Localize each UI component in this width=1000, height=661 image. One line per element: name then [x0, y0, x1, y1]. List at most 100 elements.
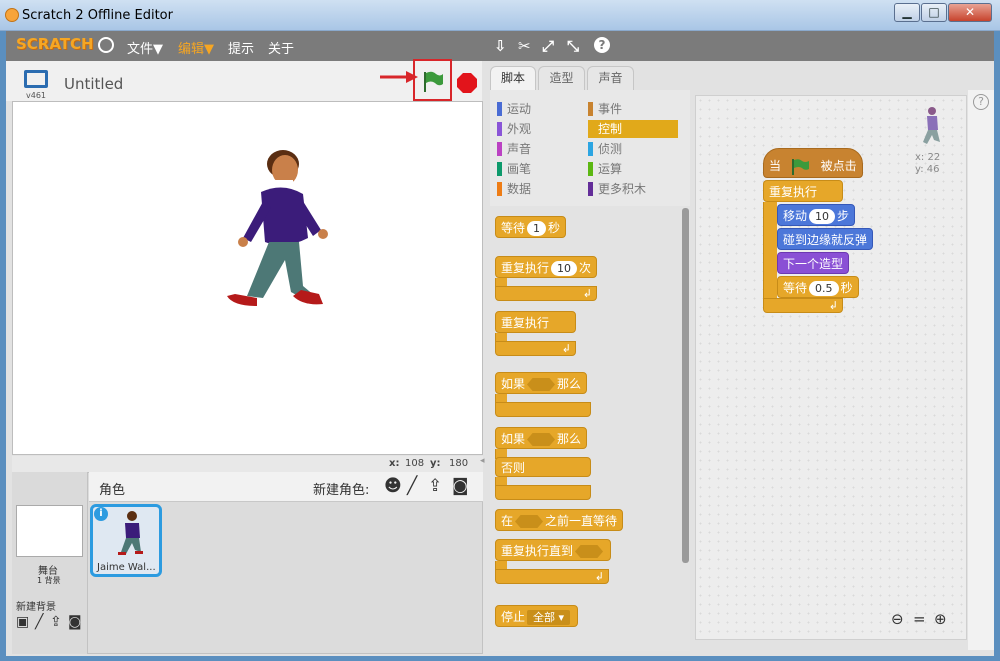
collapse-arrow-icon[interactable]: ◂ — [480, 456, 485, 466]
upload-sprite-icon[interactable]: ⇪ — [428, 476, 442, 496]
paint-backdrop-icon[interactable]: ▣ — [16, 614, 29, 630]
grow-tool-icon[interactable]: ⤢ — [542, 37, 554, 55]
help-column: ? — [968, 90, 994, 650]
sprite-thumbnail-image — [118, 511, 143, 555]
sprite-character-image[interactable] — [213, 146, 328, 318]
language-globe-icon[interactable] — [98, 37, 114, 53]
move-value[interactable]: 10 — [809, 209, 836, 224]
app-icon — [5, 8, 19, 22]
shrink-tool-icon[interactable]: ⤡ — [567, 37, 579, 55]
condition-slot[interactable] — [527, 378, 556, 391]
project-title[interactable]: Untitled — [64, 75, 123, 93]
close-button[interactable]: ✕ — [948, 3, 992, 22]
minimize-button[interactable]: ▁ — [894, 3, 920, 22]
category-color-bar — [588, 182, 593, 196]
category-label: 数据 — [507, 182, 532, 196]
palette-scrollbar[interactable] — [682, 208, 689, 563]
script-area[interactable]: x: 22 y: 46 当 被点击 重复执行 移动 10 步 碰到边缘就反弹 下一个… — [695, 95, 967, 640]
category-3[interactable]: 画笔 — [497, 160, 587, 178]
stage-thumbnail[interactable] — [16, 505, 83, 557]
sprite-x: x: 22 — [915, 152, 941, 163]
scratch-logo[interactable]: SCRATCH — [16, 35, 94, 53]
menu-file[interactable]: 文件▼ — [127, 38, 163, 57]
mouse-y-label: y: — [430, 458, 441, 469]
category-9[interactable]: 更多积木 — [588, 180, 678, 198]
repeat-value[interactable]: 10 — [551, 261, 578, 276]
bounce-block[interactable]: 碰到边缘就反弹 — [777, 228, 874, 250]
then-label: 那么 — [557, 377, 582, 391]
sprite-header: 角色 新建角色: ☻ ╱ ⇪ ◙ — [89, 472, 483, 502]
help-icon[interactable]: ? — [973, 94, 989, 110]
wait-until-post: 之前一直等待 — [545, 514, 618, 528]
camera-backdrop-icon[interactable]: ◙ — [68, 614, 82, 630]
wait-value[interactable]: 0.5 — [809, 281, 839, 296]
zoom-reset-icon[interactable]: = — [913, 610, 926, 628]
if-label: 如果 — [501, 432, 526, 446]
else-arm: 否则 — [495, 457, 591, 477]
paint-sprite-icon[interactable]: ╱ — [407, 476, 417, 496]
sprite-info-icon[interactable]: i — [94, 507, 108, 521]
c-bottom: ↲ — [495, 286, 597, 301]
condition-slot[interactable] — [515, 515, 544, 528]
wait-until-block[interactable]: 在 之前一直等待 — [495, 509, 624, 531]
duplicate-tool-icon[interactable]: ⇩ — [494, 37, 507, 55]
if-then-block[interactable]: 如果 那么 — [495, 372, 588, 394]
maximize-button[interactable]: □ — [921, 3, 947, 22]
tab-sounds[interactable]: 声音 — [587, 66, 634, 90]
repeat-until-label: 重复执行直到 — [501, 544, 574, 558]
category-8[interactable]: 运算 — [588, 160, 678, 178]
move-unit: 步 — [837, 209, 850, 223]
category-7[interactable]: 侦测 — [588, 140, 678, 158]
category-color-bar — [497, 142, 502, 156]
menu-edit[interactable]: 编辑▼ — [178, 38, 214, 57]
c-bottom — [495, 485, 591, 500]
wait-unit: 秒 — [548, 221, 561, 235]
script-wait-block[interactable]: 等待 0.5 秒 — [777, 276, 859, 298]
zoom-out-icon[interactable]: ⊖ — [891, 610, 904, 628]
tab-costumes[interactable]: 造型 — [538, 66, 585, 90]
upload-backdrop-icon[interactable]: ⇪ — [50, 614, 62, 630]
stage-coords-bar: x: 108 y: 180 — [12, 456, 483, 472]
category-2[interactable]: 声音 — [497, 140, 587, 158]
next-costume-block[interactable]: 下一个造型 — [777, 252, 850, 274]
green-flag-icon[interactable] — [422, 70, 444, 94]
choose-sprite-icon[interactable]: ☻ — [384, 476, 402, 496]
script-forever-block[interactable]: 重复执行 — [763, 180, 843, 202]
camera-sprite-icon[interactable]: ◙ — [452, 476, 469, 496]
wait-block[interactable]: 等待 1 秒 — [495, 216, 567, 238]
menu-about[interactable]: 关于 — [268, 38, 294, 57]
when-flag-clicked-hat[interactable]: 当 被点击 — [763, 148, 863, 178]
repeat-until-block[interactable]: 重复执行直到 — [495, 539, 612, 561]
forever-block[interactable]: 重复执行 — [495, 311, 576, 333]
stop-sign-icon[interactable] — [456, 72, 478, 94]
condition-slot[interactable] — [575, 545, 604, 558]
delete-tool-icon[interactable]: ✂ — [518, 37, 531, 55]
fullscreen-icon[interactable] — [24, 70, 48, 88]
category-label: 运动 — [507, 102, 532, 116]
category-5[interactable]: 事件 — [588, 100, 678, 118]
condition-slot[interactable] — [527, 433, 556, 446]
c-side — [763, 202, 777, 298]
draw-backdrop-icon[interactable]: ╱ — [35, 614, 43, 630]
if-else-block[interactable]: 如果 那么 — [495, 427, 588, 449]
category-1[interactable]: 外观 — [497, 120, 587, 138]
stop-dropdown[interactable]: 全部 ▾ — [527, 610, 571, 625]
category-6[interactable]: 控制 — [588, 120, 678, 138]
category-list: 运动外观声音画笔数据 事件控制侦测运算更多积木 — [490, 92, 690, 204]
tab-scripts[interactable]: 脚本 — [490, 66, 536, 92]
sprite-tile[interactable]: i Jaime Wal... — [90, 504, 162, 577]
mouse-x-value: 108 — [405, 458, 425, 469]
help-tool-icon[interactable]: ? — [594, 37, 610, 53]
category-4[interactable]: 数据 — [497, 180, 587, 198]
menu-tips[interactable]: 提示 — [228, 38, 254, 57]
category-color-bar — [588, 102, 593, 116]
zoom-in-icon[interactable]: ⊕ — [934, 610, 947, 628]
sprite-y: y: 46 — [915, 164, 940, 175]
category-label: 画笔 — [507, 162, 532, 176]
stop-block[interactable]: 停止 全部 ▾ — [495, 605, 579, 627]
repeat-block[interactable]: 重复执行 10 次 — [495, 256, 598, 278]
wait-value[interactable]: 1 — [527, 221, 547, 236]
category-0[interactable]: 运动 — [497, 100, 587, 118]
move-steps-block[interactable]: 移动 10 步 — [777, 204, 856, 226]
stage-canvas[interactable] — [12, 101, 483, 455]
